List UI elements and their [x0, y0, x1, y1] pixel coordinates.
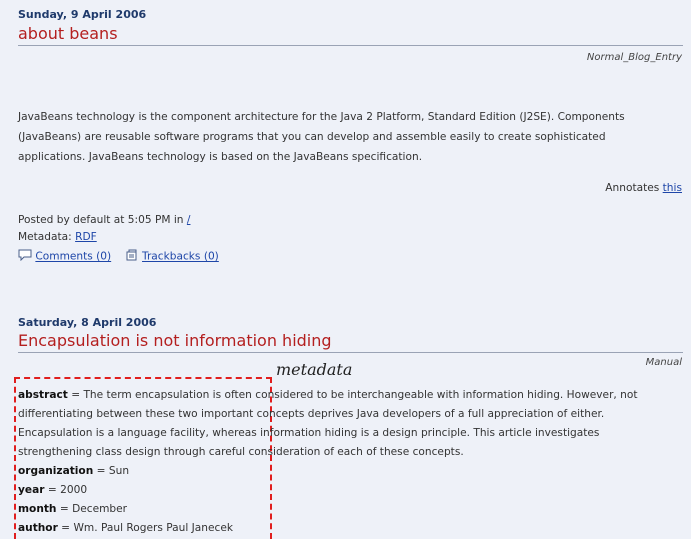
organization-field: organization = Sun — [18, 465, 130, 477]
posted-by-text: Posted by default at 5:05 PM in — [18, 214, 184, 226]
annotates-label: Annotates — [605, 182, 660, 194]
field-value: The term encapsulation is often consider… — [18, 389, 638, 458]
trackbacks-link[interactable]: Trackbacks (0) — [142, 251, 219, 263]
post1-date: Sunday, 9 April 2006 — [18, 8, 147, 21]
post2-date: Saturday, 8 April 2006 — [18, 316, 157, 329]
comment-icon[interactable] — [18, 249, 32, 264]
posted-by-line: Posted by default at 5:05 PM in / — [18, 214, 190, 226]
field-value: Wm. Paul Rogers Paul Janecek — [73, 522, 233, 534]
field-key: organization — [18, 465, 94, 477]
field-value: 2000 — [60, 484, 88, 496]
abstract-field: abstract = The term encapsulation is oft… — [18, 389, 638, 458]
metadata-label: Metadata: — [18, 231, 72, 243]
annotates-this-link[interactable]: this — [663, 182, 682, 194]
annotates-line: Annotates this — [605, 182, 682, 194]
year-field: year = 2000 — [18, 484, 88, 496]
post1-body: JavaBeans technology is the component ar… — [18, 111, 625, 163]
month-field: month = December — [18, 503, 128, 515]
post2-metadata: abstract = The term encapsulation is oft… — [18, 386, 673, 538]
category-path-link[interactable]: / — [187, 214, 191, 226]
post1-title[interactable]: about beans — [18, 24, 118, 43]
field-value: Sun — [108, 465, 130, 477]
author-field: author = Wm. Paul Rogers Paul Janecek — [18, 522, 233, 534]
metadata-line: Metadata: RDF — [18, 231, 97, 243]
field-value: December — [72, 503, 128, 515]
feedback-links: Comments (0) Trackbacks (0) — [18, 248, 219, 265]
field-key: year — [18, 484, 45, 496]
post2-category: Manual — [645, 357, 682, 368]
field-key: month — [18, 503, 57, 515]
rdf-link[interactable]: RDF — [75, 231, 97, 243]
post1-category: Normal_Blog_Entry — [586, 52, 682, 63]
post1-divider — [18, 45, 683, 46]
post2-title[interactable]: Encapsulation is not information hiding — [18, 331, 332, 350]
comments-link[interactable]: Comments (0) — [35, 251, 111, 263]
post2-divider — [18, 352, 683, 353]
metadata-overlay-label: metadata — [276, 360, 353, 379]
field-key: abstract — [18, 389, 68, 401]
field-key: author — [18, 522, 58, 534]
trackback-icon[interactable] — [125, 248, 139, 265]
